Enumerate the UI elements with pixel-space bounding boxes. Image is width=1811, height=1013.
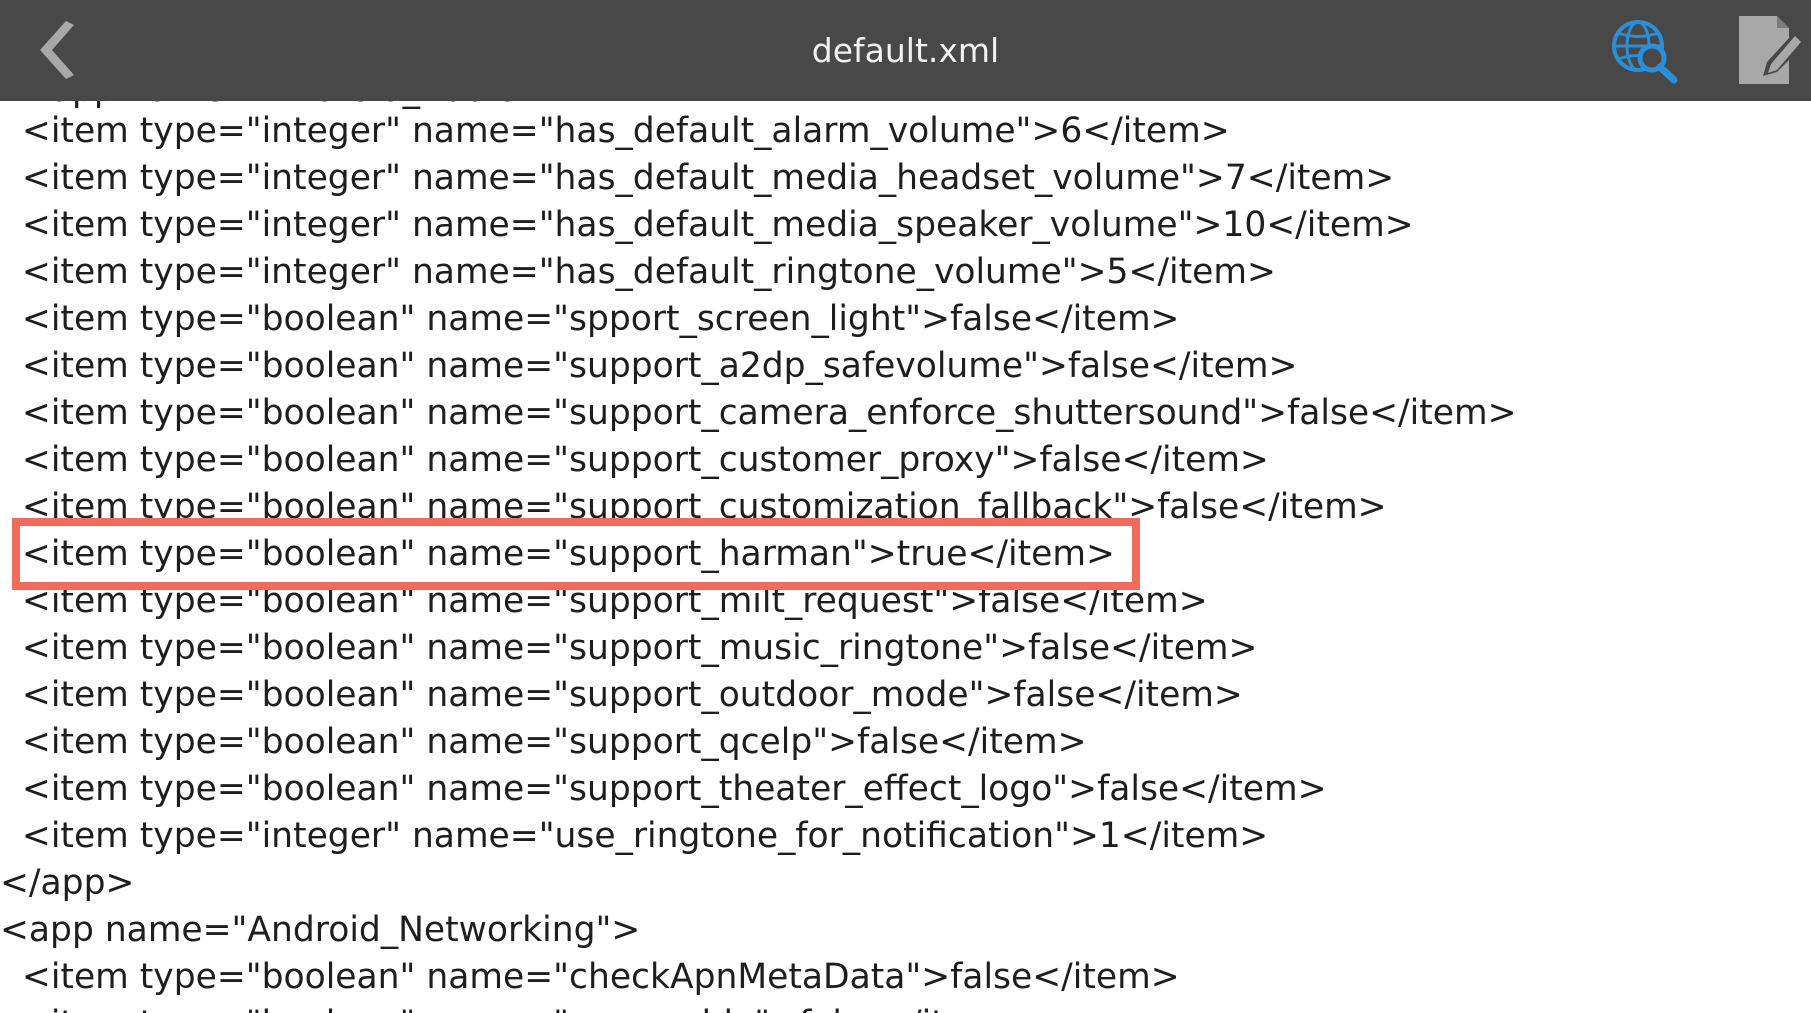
chevron-left-icon — [40, 21, 74, 79]
edit-document-icon — [1739, 16, 1801, 84]
code-line: </app> — [0, 863, 135, 903]
code-line: <item type="boolean" name="support_camer… — [0, 393, 1517, 433]
search-web-button[interactable] — [1606, 14, 1682, 86]
code-line: <item type="boolean" name="support_custo… — [0, 487, 1387, 527]
code-line: <item type="integer" name="has_default_m… — [0, 158, 1395, 198]
code-line: <item type="boolean" name="support_milt_… — [0, 581, 1208, 621]
globe-search-icon — [1612, 20, 1678, 84]
xml-viewer-screen: <app name="Android_Audio"> <item type="i… — [0, 0, 1811, 1013]
code-line: <item type="integer" name="has_default_r… — [0, 252, 1276, 292]
code-line: <item type="boolean" name="support_custo… — [0, 440, 1269, 480]
code-line: <item type="boolean" name="support_qcelp… — [0, 722, 1087, 762]
xml-code-view[interactable]: <app name="Android_Audio"> <item type="i… — [0, 0, 1811, 1013]
edit-button[interactable] — [1726, 12, 1810, 88]
code-line: <item type="boolean" name="support_theat… — [0, 769, 1327, 809]
back-button[interactable] — [26, 14, 86, 86]
code-line: <item type="integer" name="has_default_a… — [0, 111, 1230, 151]
action-bar: default.xml — [0, 0, 1811, 101]
code-line: <item type="integer" name="has_default_m… — [0, 205, 1414, 245]
code-line: <item type="boolean" name="support_outdo… — [0, 675, 1243, 715]
code-line: <item type="boolean" name="checkApnMetaD… — [0, 957, 1180, 997]
code-line-highlighted: <item type="boolean" name="support_harma… — [0, 534, 1115, 574]
code-line: <item type="integer" name="use_ringtone_… — [0, 816, 1269, 856]
code-line: <item type="boolean" name="support_music… — [0, 628, 1258, 668]
code-line: <app name="Android_Networking"> — [0, 910, 641, 950]
code-line: <item type="boolean" name="support_a2dp_… — [0, 346, 1298, 386]
code-line: <item type="boolean" name="spport_screen… — [0, 299, 1180, 339]
code-line: <item type="boolean" name="csr_enable">f… — [0, 1001, 1029, 1013]
page-title: default.xml — [811, 31, 1000, 70]
